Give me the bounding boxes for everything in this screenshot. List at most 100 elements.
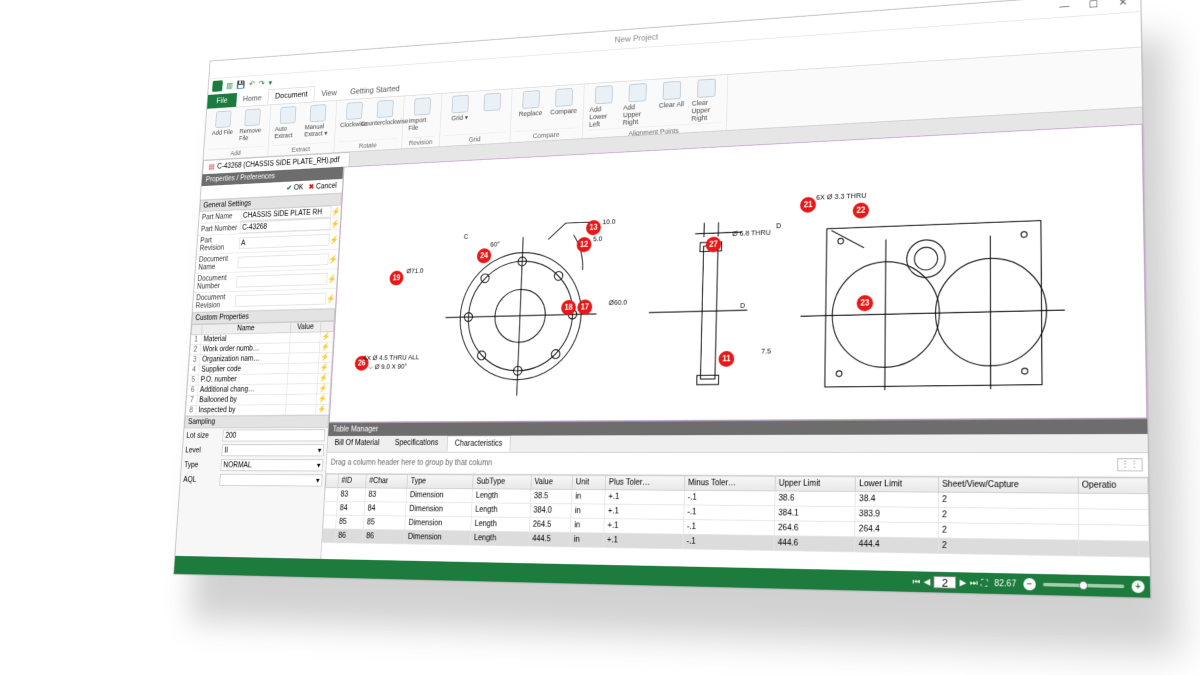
- bolt-icon[interactable]: ⚡: [330, 219, 340, 229]
- col-value: Value: [290, 322, 321, 333]
- clear-all-button[interactable]: Clear All: [655, 79, 688, 126]
- col--char[interactable]: #Char: [366, 474, 408, 488]
- grid--button[interactable]: Grid ▾: [444, 93, 475, 135]
- qat-undo-icon[interactable]: ↶: [249, 79, 255, 88]
- zoom-slider[interactable]: [1043, 583, 1124, 588]
- clear-upper-right-button[interactable]: Clear Upper Right: [690, 77, 723, 124]
- bolt-icon[interactable]: ⚡: [316, 394, 330, 405]
- replace-button[interactable]: Replace: [515, 88, 547, 131]
- prop-value[interactable]: [285, 404, 316, 415]
- bolt-icon[interactable]: ⚡: [326, 294, 336, 304]
- col-subtype[interactable]: SubType: [473, 475, 532, 489]
- col-operatio[interactable]: Operatio: [1078, 478, 1148, 494]
- sampling-header: Sampling: [184, 415, 328, 428]
- bolt-icon[interactable]: ⚡: [316, 383, 330, 394]
- ok-button[interactable]: ✔OK: [286, 184, 303, 193]
- col-upper-limit[interactable]: Upper Limit: [775, 476, 856, 491]
- dimension-label: 5.0: [593, 235, 603, 243]
- qat-new-icon[interactable]: ▥: [226, 81, 233, 90]
- auto-extract-button[interactable]: Auto Extract: [273, 104, 303, 145]
- bolt-icon[interactable]: ⚡: [327, 274, 337, 284]
- close-icon[interactable]: ✕: [1109, 0, 1137, 11]
- last-page-icon[interactable]: ⏭: [970, 578, 978, 588]
- field-input[interactable]: [239, 234, 330, 249]
- col-value[interactable]: Value: [531, 475, 573, 489]
- bolt-icon[interactable]: ⚡: [318, 352, 332, 363]
- aql-select[interactable]: ▾: [219, 474, 322, 487]
- drawing-canvas[interactable]: 192426131218172721222311CØ71.060°10.05.0…: [329, 124, 1147, 423]
- remove-file-button[interactable]: Remove File: [237, 107, 267, 148]
- page-number-input[interactable]: [934, 576, 956, 589]
- page-navigator: ⏮ ◀ ▶ ⏭ ⛶: [913, 576, 988, 590]
- add-file-button[interactable]: Add File: [208, 109, 237, 149]
- first-page-icon[interactable]: ⏮: [913, 577, 921, 587]
- sampling-section: Lot size200 LevelII▾ TypeNORMAL▾ AQL▾: [180, 428, 328, 488]
- bolt-icon[interactable]: ⚡: [331, 207, 341, 217]
- prop-value[interactable]: [288, 353, 319, 364]
- minimize-icon[interactable]: —: [1051, 0, 1078, 15]
- col-lower-limit[interactable]: Lower Limit: [855, 477, 938, 493]
- col-plus-toler-[interactable]: Plus Toler…: [605, 475, 684, 490]
- zoom-value: 82.67: [994, 579, 1016, 589]
- bolt-icon[interactable]: ⚡: [318, 363, 332, 374]
- field-label: Part Revision: [197, 234, 240, 254]
- prop-name: Inspected by: [196, 405, 286, 416]
- field-input[interactable]: [236, 273, 328, 287]
- prop-value[interactable]: [289, 332, 320, 343]
- cancel-button[interactable]: ✖Cancel: [308, 182, 337, 191]
- zoom-out-button[interactable]: −: [1023, 578, 1035, 591]
- tab-file[interactable]: File: [207, 93, 237, 109]
- tab-view[interactable]: View: [314, 86, 344, 102]
- grid-settings-icon[interactable]: ⋮⋮: [1117, 458, 1143, 471]
- lot-size-input[interactable]: 200: [222, 429, 325, 441]
- prop-name: Ballooned by: [197, 394, 287, 405]
- dimension-label: Ø 6.8 THRU: [732, 228, 771, 237]
- counterclockwise-button[interactable]: Counterclockwise: [369, 98, 399, 140]
- import-file-button[interactable]: Import File: [407, 95, 438, 137]
- qat-redo-icon[interactable]: ↷: [259, 78, 265, 87]
- --button[interactable]: [476, 91, 507, 134]
- zoom-in-button[interactable]: +: [1132, 580, 1145, 593]
- type-label: Type: [184, 461, 221, 469]
- subtab-characteristics[interactable]: Characteristics: [446, 436, 510, 452]
- prop-value[interactable]: [286, 394, 317, 405]
- bolt-icon[interactable]: ⚡: [320, 332, 334, 343]
- field-label: Document Name: [195, 253, 238, 273]
- bolt-icon[interactable]: ⚡: [328, 254, 338, 264]
- field-input[interactable]: [238, 253, 329, 268]
- subtab-specifications[interactable]: Specifications: [387, 436, 445, 452]
- prop-value[interactable]: [289, 342, 320, 353]
- col-minus-toler-[interactable]: Minus Toler…: [684, 476, 775, 491]
- qat-save-icon[interactable]: 💾: [236, 80, 245, 90]
- col-type[interactable]: Type: [407, 474, 473, 488]
- field-label: Document Number: [194, 273, 237, 293]
- qat-more-icon[interactable]: ▾: [268, 78, 272, 87]
- col--id[interactable]: #ID: [338, 474, 366, 488]
- prev-page-icon[interactable]: ◀: [924, 577, 931, 587]
- col-sheet-view-capture[interactable]: Sheet/View/Capture: [938, 477, 1078, 493]
- fit-page-icon[interactable]: ⛶: [981, 578, 987, 588]
- compare-button[interactable]: Compare: [548, 86, 580, 129]
- bolt-icon[interactable]: ⚡: [319, 342, 333, 353]
- col-unit[interactable]: Unit: [572, 475, 606, 490]
- level-select[interactable]: II▾: [221, 444, 324, 456]
- tab-home[interactable]: Home: [236, 91, 268, 107]
- manual-extract--button[interactable]: Manual Extract ▾: [302, 102, 332, 143]
- subtab-bill-of-material[interactable]: Bill Of Material: [327, 436, 386, 452]
- next-page-icon[interactable]: ▶: [960, 578, 967, 588]
- app-title: New Project: [615, 32, 659, 44]
- type-select[interactable]: NORMAL▾: [220, 459, 323, 471]
- bolt-icon[interactable]: ⚡: [315, 404, 329, 415]
- dimension-label: Ø60.0: [609, 298, 628, 306]
- add-upper-right-button[interactable]: Add Upper Right: [621, 81, 653, 128]
- bolt-icon[interactable]: ⚡: [317, 373, 331, 384]
- field-input[interactable]: [235, 293, 327, 307]
- prop-value[interactable]: [288, 363, 319, 374]
- maximize-icon[interactable]: ☐: [1080, 0, 1108, 13]
- prop-value[interactable]: [287, 373, 318, 384]
- dimension-label: ⌵ Ø 9.0 X 90°: [368, 363, 407, 372]
- select-all-header[interactable]: [326, 474, 339, 488]
- prop-value[interactable]: [286, 384, 317, 395]
- bolt-icon[interactable]: ⚡: [330, 235, 340, 245]
- add-lower-left-button[interactable]: Add Lower Left: [587, 83, 619, 129]
